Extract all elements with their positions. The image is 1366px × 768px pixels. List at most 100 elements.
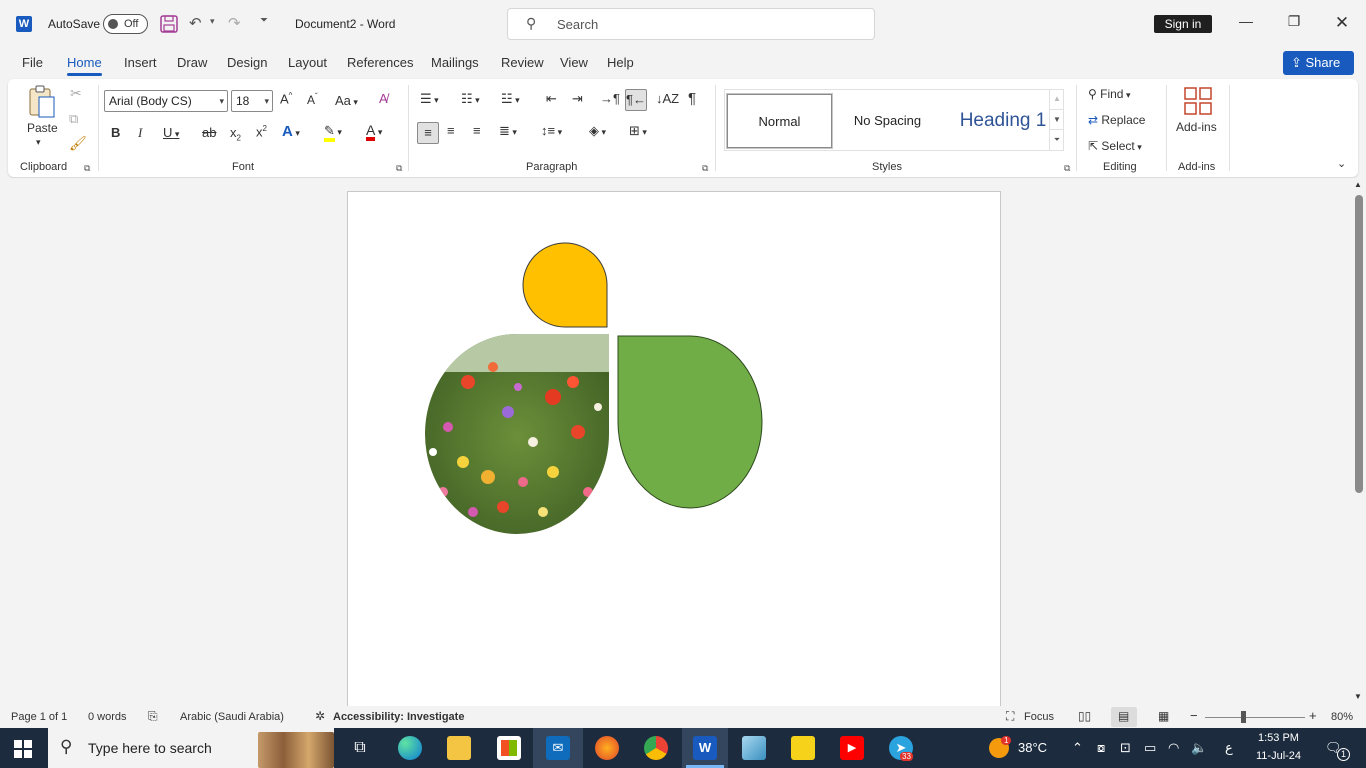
volume-icon[interactable]: 🔈 — [1191, 740, 1207, 756]
bullets-icon[interactable]: ☰ ▾ — [420, 91, 439, 107]
cut-icon[interactable]: ✂ — [70, 85, 82, 102]
autosave-toggle[interactable]: Off — [103, 14, 148, 34]
tab-references[interactable]: References — [347, 55, 413, 70]
yellow-teardrop-shape[interactable] — [522, 242, 608, 328]
zoom-slider-thumb[interactable] — [1241, 711, 1246, 723]
text-effects-icon[interactable]: A ▾ — [282, 123, 300, 140]
format-painter-icon[interactable]: 🖌 — [69, 135, 87, 152]
task-view-icon[interactable]: ⧉ — [348, 736, 372, 760]
windows-start-icon[interactable] — [14, 740, 32, 758]
word-taskbar-icon[interactable]: W — [693, 736, 717, 760]
firefox-icon[interactable] — [595, 736, 619, 760]
tab-file[interactable]: File — [22, 55, 43, 70]
subscript-icon[interactable]: x2 — [230, 125, 241, 143]
style-no-spacing[interactable]: No Spacing — [835, 94, 940, 148]
print-layout-icon[interactable]: ▤ — [1118, 709, 1129, 723]
italic-icon[interactable]: I — [138, 125, 142, 141]
tab-view[interactable]: View — [560, 55, 588, 70]
paragraph-launcher-icon[interactable]: ⧉ — [702, 163, 708, 174]
font-color-icon[interactable]: A ▾ — [366, 123, 382, 141]
styles-gallery-scroll[interactable]: ▲ ▼ ⏷ — [1049, 89, 1064, 151]
style-normal[interactable]: Normal — [726, 93, 833, 149]
paste-icon[interactable] — [28, 85, 56, 119]
font-name-select[interactable]: Arial (Body CS) ▾ — [104, 90, 228, 112]
align-center-icon[interactable]: ≡ — [447, 123, 455, 138]
gallery-more-icon[interactable]: ⏷ — [1050, 129, 1064, 149]
close-icon[interactable]: ✕ — [1330, 13, 1354, 35]
underline-icon[interactable]: U ▾ — [163, 125, 179, 140]
gallery-down-icon[interactable]: ▼ — [1050, 109, 1064, 129]
shrink-font-icon[interactable]: Aˇ — [307, 92, 318, 107]
flower-picture-shape[interactable] — [418, 332, 618, 542]
shading-icon[interactable]: ◈ ▾ — [589, 123, 606, 139]
input-language[interactable]: ع — [1225, 740, 1233, 756]
grow-font-icon[interactable]: A^ — [280, 91, 292, 106]
minimize-icon[interactable]: — — [1234, 13, 1258, 35]
tab-review[interactable]: Review — [501, 55, 544, 70]
share-button[interactable]: ⇪ Share — [1283, 51, 1354, 75]
tab-layout[interactable]: Layout — [288, 55, 327, 70]
sign-in-button[interactable]: Sign in — [1154, 15, 1212, 33]
gallery-up-icon[interactable]: ▲ — [1050, 89, 1064, 109]
sticky-notes-icon[interactable] — [791, 736, 815, 760]
file-explorer-icon[interactable] — [447, 736, 471, 760]
justify-icon[interactable]: ≣ ▾ — [499, 123, 517, 139]
bold-icon[interactable]: B — [111, 125, 120, 140]
superscript-icon[interactable]: x2 — [256, 124, 267, 139]
focus-button[interactable]: Focus — [1024, 711, 1054, 723]
language-indicator[interactable]: Arabic (Saudi Arabia) — [180, 711, 284, 723]
youtube-icon[interactable]: ▶ — [840, 736, 864, 760]
undo-icon[interactable]: ↶ — [189, 14, 202, 32]
taskbar-search-input[interactable]: ⚲ Type here to search — [48, 728, 334, 768]
add-ins-icon[interactable] — [1183, 86, 1213, 116]
mail-icon[interactable]: ✉ — [546, 736, 570, 760]
battery-icon[interactable]: ▭ — [1144, 740, 1156, 756]
scroll-up-icon[interactable]: ▲ — [1354, 180, 1362, 189]
tab-help[interactable]: Help — [607, 55, 634, 70]
tab-design[interactable]: Design — [227, 55, 267, 70]
align-right-icon[interactable]: ≡ — [473, 123, 481, 138]
copy-icon[interactable]: ⧉ — [69, 111, 78, 127]
proofing-icon[interactable]: ⎘ — [148, 709, 158, 724]
green-teardrop-shape[interactable] — [617, 335, 763, 509]
clipboard-launcher-icon[interactable]: ⧉ — [84, 163, 90, 174]
strikethrough-icon[interactable]: ab — [202, 125, 216, 140]
scrollbar-thumb[interactable] — [1355, 195, 1363, 493]
search-input[interactable]: ⚲ Search — [507, 8, 875, 40]
clear-formatting-icon[interactable]: A̸ — [379, 91, 388, 106]
zoom-slider-track[interactable] — [1205, 717, 1305, 718]
collapse-ribbon-icon[interactable]: ⌄ — [1337, 157, 1346, 170]
save-icon[interactable] — [160, 15, 178, 33]
decrease-indent-icon[interactable]: ⇤ — [546, 91, 557, 107]
tray-app-icon[interactable]: ⊡ — [1120, 740, 1131, 756]
tab-mailings[interactable]: Mailings — [431, 55, 479, 70]
style-heading-1[interactable]: Heading 1 — [943, 94, 1063, 148]
paste-dropdown-icon[interactable]: ▾ — [36, 137, 41, 148]
word-count[interactable]: 0 words — [88, 711, 127, 723]
chrome-icon[interactable] — [644, 736, 668, 760]
maximize-icon[interactable]: ❐ — [1282, 13, 1306, 35]
replace-button[interactable]: ⇄ Replace — [1088, 113, 1145, 127]
app-icon[interactable] — [742, 736, 766, 760]
tab-insert[interactable]: Insert — [124, 55, 157, 70]
undo-dropdown-icon[interactable]: ▾ — [210, 16, 215, 27]
microsoft-store-icon[interactable] — [497, 736, 521, 760]
clock-time[interactable]: 1:53 PM — [1258, 732, 1299, 744]
ltr-direction-icon[interactable]: →¶ — [600, 91, 620, 106]
increase-indent-icon[interactable]: ⇥ — [572, 91, 583, 107]
document-page[interactable] — [347, 191, 1001, 711]
page-count[interactable]: Page 1 of 1 — [11, 711, 67, 723]
zoom-level[interactable]: 80% — [1331, 711, 1353, 723]
align-left-icon[interactable]: ≡ — [417, 122, 439, 144]
accessibility-status[interactable]: Accessibility: Investigate — [333, 711, 464, 723]
tab-home[interactable]: Home — [67, 55, 102, 76]
redo-icon[interactable]: ↷ — [228, 14, 241, 32]
tray-chevron-up-icon[interactable]: ⌃ — [1072, 740, 1083, 756]
numbering-icon[interactable]: ☷ ▾ — [461, 91, 480, 107]
vertical-scrollbar[interactable]: ▲ ▼ — [1352, 178, 1366, 706]
multilevel-list-icon[interactable]: ☳ ▾ — [501, 91, 520, 107]
sort-icon[interactable]: ↓AZ — [656, 91, 679, 106]
find-button[interactable]: ⚲ Find ▾ — [1088, 87, 1131, 101]
change-case-button[interactable]: Aa ▾ — [335, 93, 358, 108]
borders-icon[interactable]: ⊞ ▾ — [629, 123, 647, 139]
